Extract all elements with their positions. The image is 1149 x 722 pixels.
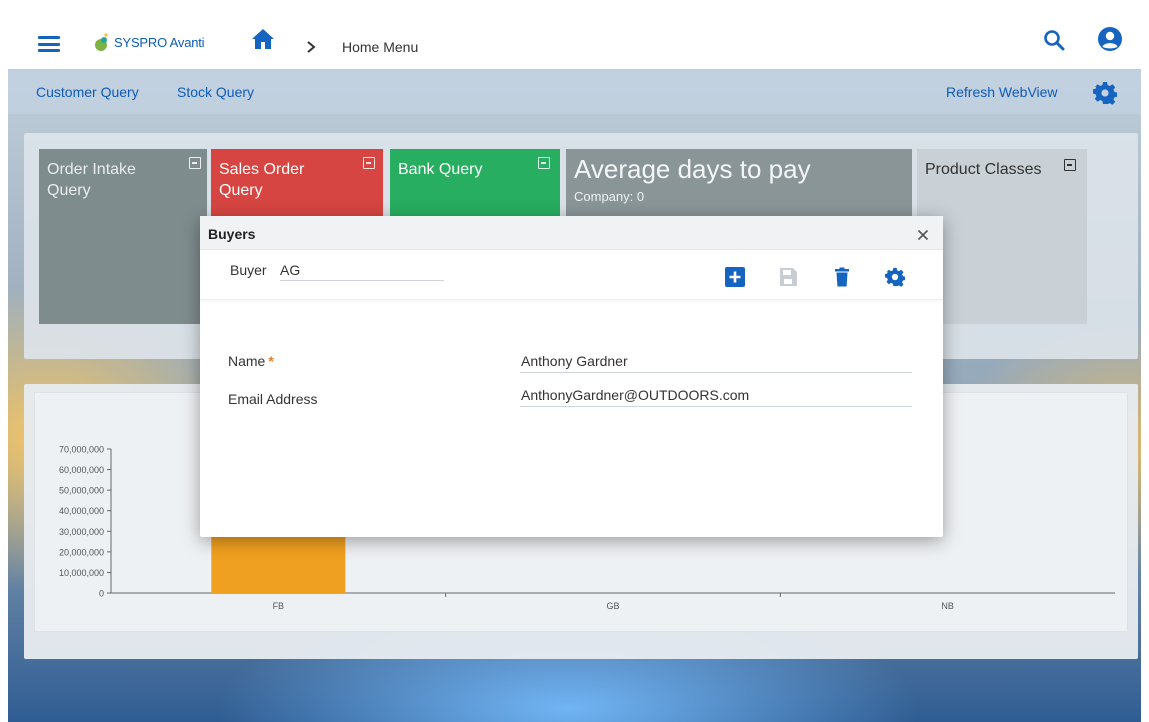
y-tick-label: 70,000,000 (59, 445, 104, 455)
breadcrumb: Home Menu (342, 39, 419, 55)
name-field[interactable] (520, 349, 912, 373)
syspro-logo-icon (95, 33, 108, 51)
y-tick-label: 40,000,000 (59, 506, 104, 516)
x-tick-label: NB (941, 601, 954, 611)
stock-query-link[interactable]: Stock Query (177, 84, 254, 100)
email-address-label: Email Address (228, 391, 318, 407)
logo-text: SYSPRO Avanti (114, 34, 205, 50)
email-address-field[interactable] (520, 383, 912, 407)
tile-subtitle: Company: 0 (574, 189, 645, 204)
hamburger-menu-icon[interactable] (38, 36, 60, 52)
x-tick-label: FB (273, 601, 285, 611)
tile-title: Product Classes (925, 161, 1042, 178)
y-tick-label: 20,000,000 (59, 547, 104, 557)
buyer-key-input[interactable] (280, 259, 444, 281)
search-icon[interactable] (1042, 28, 1066, 52)
dialog-header: Buyers (200, 216, 943, 250)
open-tile-icon[interactable] (538, 157, 550, 169)
refresh-webview-link[interactable]: Refresh WebView (946, 84, 1058, 100)
gear-icon[interactable] (1093, 81, 1117, 105)
home-icon[interactable] (251, 28, 275, 50)
buyers-dialog: Buyers Buyer AG Name * Anthony Gardner E… (200, 216, 943, 537)
x-tick-label: GB (606, 601, 619, 611)
y-tick-label: 10,000,000 (59, 568, 104, 578)
y-tick-label: 50,000,000 (59, 486, 104, 496)
tile-order-intake-query[interactable]: Order Intake Query (39, 149, 207, 324)
gear-icon[interactable] (885, 267, 905, 287)
customer-query-link[interactable]: Customer Query (36, 84, 139, 100)
app-window: SYSPRO Avanti Home Menu Customer Query S… (8, 8, 1141, 722)
app-logo[interactable]: SYSPRO Avanti (92, 32, 205, 52)
chevron-right-icon (307, 41, 316, 53)
close-icon[interactable] (917, 229, 929, 241)
required-indicator: * (268, 353, 274, 369)
open-tile-icon[interactable] (189, 157, 201, 169)
open-tile-icon[interactable] (363, 157, 375, 169)
name-label: Name * (228, 353, 274, 369)
y-tick-label: 0 (99, 589, 104, 599)
delete-icon[interactable] (832, 267, 852, 287)
y-tick-label: 30,000,000 (59, 527, 104, 537)
dialog-key-bar: Buyer (200, 250, 943, 300)
tile-title: Average days to pay (574, 154, 811, 184)
y-tick-label: 60,000,000 (59, 465, 104, 475)
name-label-text: Name (228, 353, 266, 369)
top-bar: SYSPRO Avanti Home Menu (8, 8, 1141, 69)
open-tile-icon[interactable] (1064, 159, 1076, 171)
user-account-icon[interactable] (1097, 26, 1123, 52)
tile-title: Sales Order Query (219, 161, 305, 199)
add-icon[interactable] (725, 267, 745, 287)
dialog-title: Buyers (208, 226, 256, 242)
save-icon[interactable] (778, 267, 798, 287)
tile-title: Bank Query (398, 161, 483, 178)
buyer-key-label: Buyer (230, 262, 267, 278)
tile-title: Order Intake Query (47, 161, 136, 199)
sub-navigation: Customer Query Stock Query Refresh WebVi… (8, 69, 1141, 114)
